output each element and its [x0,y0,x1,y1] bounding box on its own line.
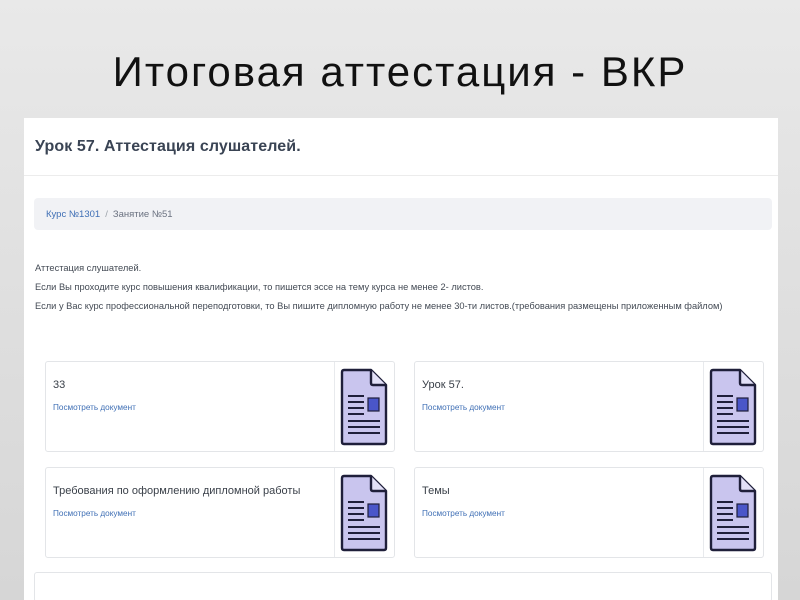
description-line: Если у Вас курс профессиональной перепод… [35,301,723,311]
description-line: Аттестация слушателей. [35,263,142,273]
description-line: Если Вы проходите курс повышения квалифи… [35,282,484,292]
breadcrumb-course-link[interactable]: Курс №1301 [46,209,100,220]
view-document-link[interactable]: Посмотреть документ [53,403,136,412]
breadcrumb: Курс №1301 / Занятие №51 [34,198,772,230]
view-document-link[interactable]: Посмотреть документ [53,509,136,518]
page-header: Урок 57. Аттестация слушателей. [24,118,778,176]
document-title: 33 [53,379,66,391]
breadcrumb-current-lesson: Занятие №51 [112,208,173,220]
card-divider [703,468,704,557]
document-icon[interactable] [338,473,390,553]
document-card: Темы Посмотреть документ [414,467,764,558]
document-icon[interactable] [338,367,390,447]
lesson-description: Аттестация слушателей. Если Вы проходите… [35,259,765,316]
lms-screenshot: Урок 57. Аттестация слушателей. Курс №13… [24,118,778,600]
document-card: Урок 57. Посмотреть документ [414,361,764,452]
view-document-link[interactable]: Посмотреть документ [422,403,505,412]
next-section-edge [34,572,772,600]
document-title: Урок 57. [422,379,464,391]
slide-title: Итоговая аттестация - ВКР [112,48,688,95]
view-document-link[interactable]: Посмотреть документ [422,509,505,518]
document-card: 33 Посмотреть документ [45,361,395,452]
breadcrumb-separator: / [105,208,108,220]
card-divider [334,468,335,557]
document-icon[interactable] [707,367,759,447]
document-title: Темы [422,485,450,497]
card-divider [334,362,335,451]
page-title: Урок 57. Аттестация слушателей. [35,137,301,155]
document-card: Требования по оформлению дипломной работ… [45,467,395,558]
document-icon[interactable] [707,473,759,553]
card-divider [703,362,704,451]
document-title: Требования по оформлению дипломной работ… [53,485,301,497]
